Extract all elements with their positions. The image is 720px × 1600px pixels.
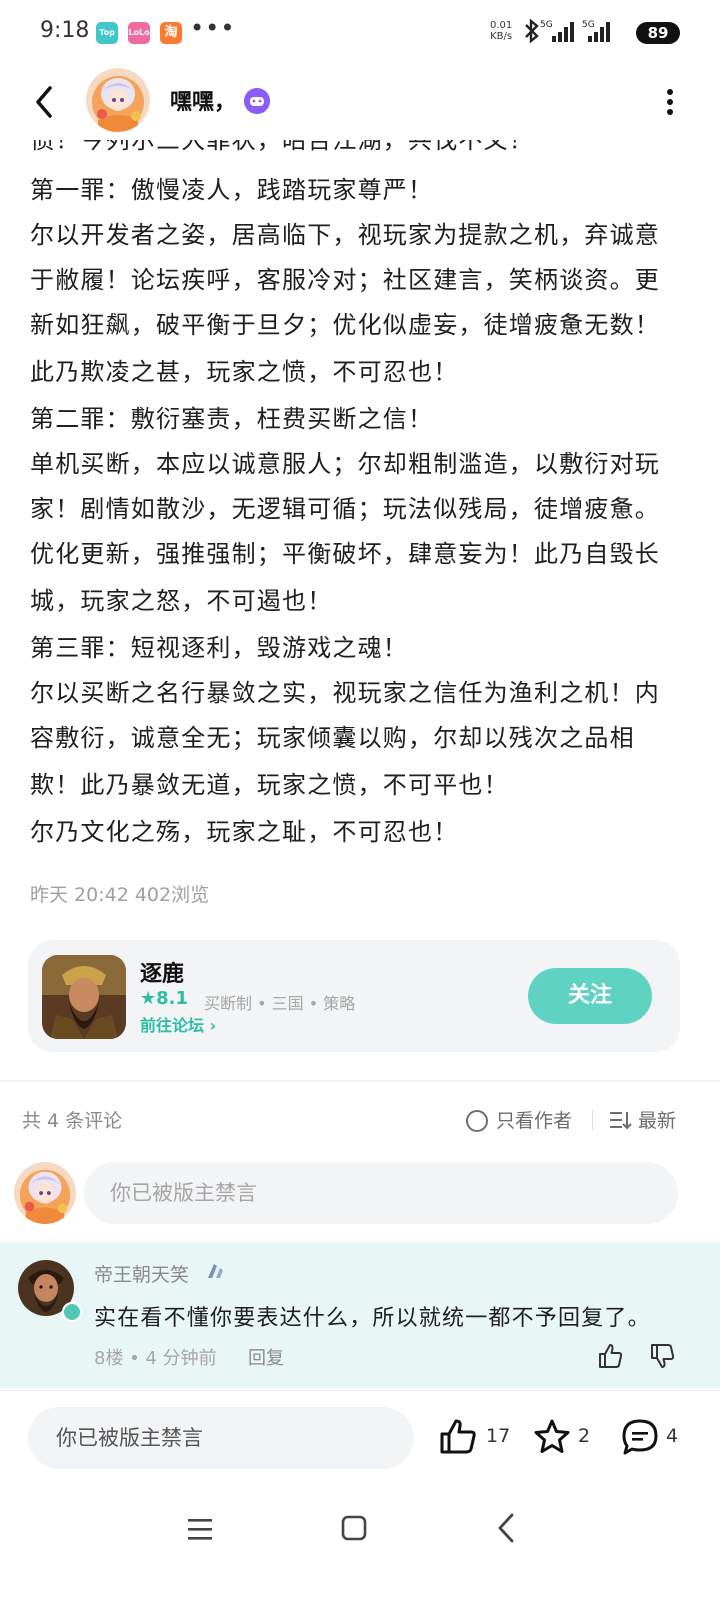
lolo-app-icon: LoLo [128,22,150,44]
comment-count: 共 4 条评论 [22,1110,123,1132]
my-avatar [14,1162,76,1224]
comment-text: 实在看不懂你要表达什么，所以就统一都不予回复了。 [94,1306,651,1331]
article-line: 此乃欺凌之甚，玩家之愤，不可忍也！ [30,358,459,386]
nav-menu-icon[interactable] [186,1516,214,1542]
signal-5g-icon-2: 5G [582,20,610,42]
nav-home-icon[interactable] [340,1514,368,1542]
thumbs-up-icon[interactable] [596,1342,624,1370]
post-body: 愤！今列尔三大罪状，昭告江湖，共伐不义！ 第一罪：傲慢凌人，践踏玩家尊严！ 尔以… [30,130,692,855]
network-speed: 0.01 KB/s [490,20,512,42]
net-speed-value: 0.01 [490,20,513,31]
commenter-name[interactable]: 帝王朝天笑 [94,1260,189,1287]
reply-button[interactable]: 回复 [248,1344,284,1370]
section-divider [0,1080,720,1082]
author-avatar[interactable] [86,68,150,132]
article-line: 城，玩家之怒，不可遏也！ [30,587,333,615]
gamepad-badge-icon [244,88,270,114]
user-level-icon [208,1264,223,1278]
game-card[interactable]: 逐鹿 ★8.1 买断制 • 三国 • 策略 前往论坛 › 关注 [28,940,680,1052]
filter-separator [592,1110,593,1130]
status-time: 9:18 [40,18,90,43]
signal2-label: 5G [582,20,595,30]
battery-level: 89 [636,22,680,44]
game-cover-image[interactable] [42,955,126,1039]
game-name: 逐鹿 [140,962,185,987]
favorite-count: 2 [578,1425,591,1447]
post-header: 嘿嘿， [0,64,720,140]
article-line: 家！剧情如散沙，无逻辑可循；玩法似残局，徒增疲惫。 [30,495,660,523]
article-line: 第一罪：傲慢凌人，践踏玩家尊严！ [30,176,434,204]
article-line: 第二罪：敷衍塞责，枉费买断之信！ [30,405,434,433]
article-line: 欺！此乃暴敛无道，玩家之愤，不可平也！ [30,771,509,799]
post-meta: 昨天 20:42 402浏览 [30,884,210,906]
back-arrow-icon[interactable] [30,82,60,122]
thumbs-down-icon[interactable] [648,1342,676,1370]
article-line: 单机买断，本应以诚意服人；尔却粗制滥造，以敷衍对玩 [30,450,660,478]
article-line: 第三罪：短视逐利，毁游戏之魂！ [30,634,408,662]
forum-link-label: 前往论坛 [140,1016,205,1035]
game-tags: 买断制 • 三国 • 策略 [204,994,356,1013]
like-icon[interactable] [438,1417,478,1457]
chevron-right-icon: › [209,1016,217,1035]
bottom-action-bar: 17 2 4 [0,1390,720,1487]
article-line: 尔以开发者之姿，居高临下，视玩家为提款之机，弃诚意 [30,221,660,249]
comment-count-bottom: 4 [666,1425,679,1447]
comment-bubble-icon[interactable] [620,1417,660,1457]
bluetooth-icon [525,18,539,44]
more-options-icon[interactable] [664,88,676,116]
article-line: 尔乃文化之殇，玩家之耻，不可忍也！ [30,818,459,846]
sort-latest[interactable]: 最新 [638,1106,676,1133]
go-to-forum-link[interactable]: 前往论坛 › [140,1012,216,1036]
article-line: 新如狂飙，破平衡于旦夕；优化似虚妄，徒增疲惫无数！ [30,311,660,339]
comment-meta: 8楼 • 4 分钟前 [94,1348,217,1369]
follow-button[interactable]: 关注 [528,968,652,1024]
system-nav-bar [0,1486,720,1600]
favorite-star-icon[interactable] [532,1417,572,1457]
article-line: 于敝履！论坛疾呼，客服冷对；社区建言，笑柄谈资。更 [30,266,660,294]
article-line: 优化更新，强推强制；平衡破坏，肆意妄为！此乃自毁长 [30,540,660,568]
status-bar: 9:18 Top LoLo 淘 ••• 0.01 KB/s 5G 5G 89 [0,0,720,64]
signal-5g-icon: 5G [540,20,574,42]
comment-item: 帝王朝天笑 实在看不懂你要表达什么，所以就统一都不予回复了。 8楼 • 4 分钟… [0,1242,720,1388]
signal1-label: 5G [540,20,553,30]
more-notifications-icon: ••• [190,14,236,42]
game-rating-value: 8.1 [156,988,189,1009]
sort-icon[interactable] [610,1110,632,1130]
comment-input[interactable] [84,1162,678,1224]
article-line: 容敷衍，诚意全无；玩家倾囊以购，尔却以残次之品相 [30,724,635,752]
verified-badge-icon [62,1302,82,1322]
game-rating: ★8.1 [140,988,189,1009]
nav-back-icon[interactable] [494,1512,518,1544]
taobao-app-icon: 淘 [160,22,182,44]
like-count: 17 [486,1425,511,1447]
article-line: 尔以买断之名行暴敛之实，视玩家之信任为渔利之机！内 [30,679,660,707]
net-speed-unit: KB/s [490,31,513,42]
author-only-filter[interactable]: 只看作者 [466,1106,572,1133]
bottom-comment-input[interactable] [28,1407,414,1469]
top-app-icon: Top [96,22,118,44]
author-only-label: 只看作者 [496,1110,573,1132]
author-name[interactable]: 嘿嘿， [170,84,236,116]
